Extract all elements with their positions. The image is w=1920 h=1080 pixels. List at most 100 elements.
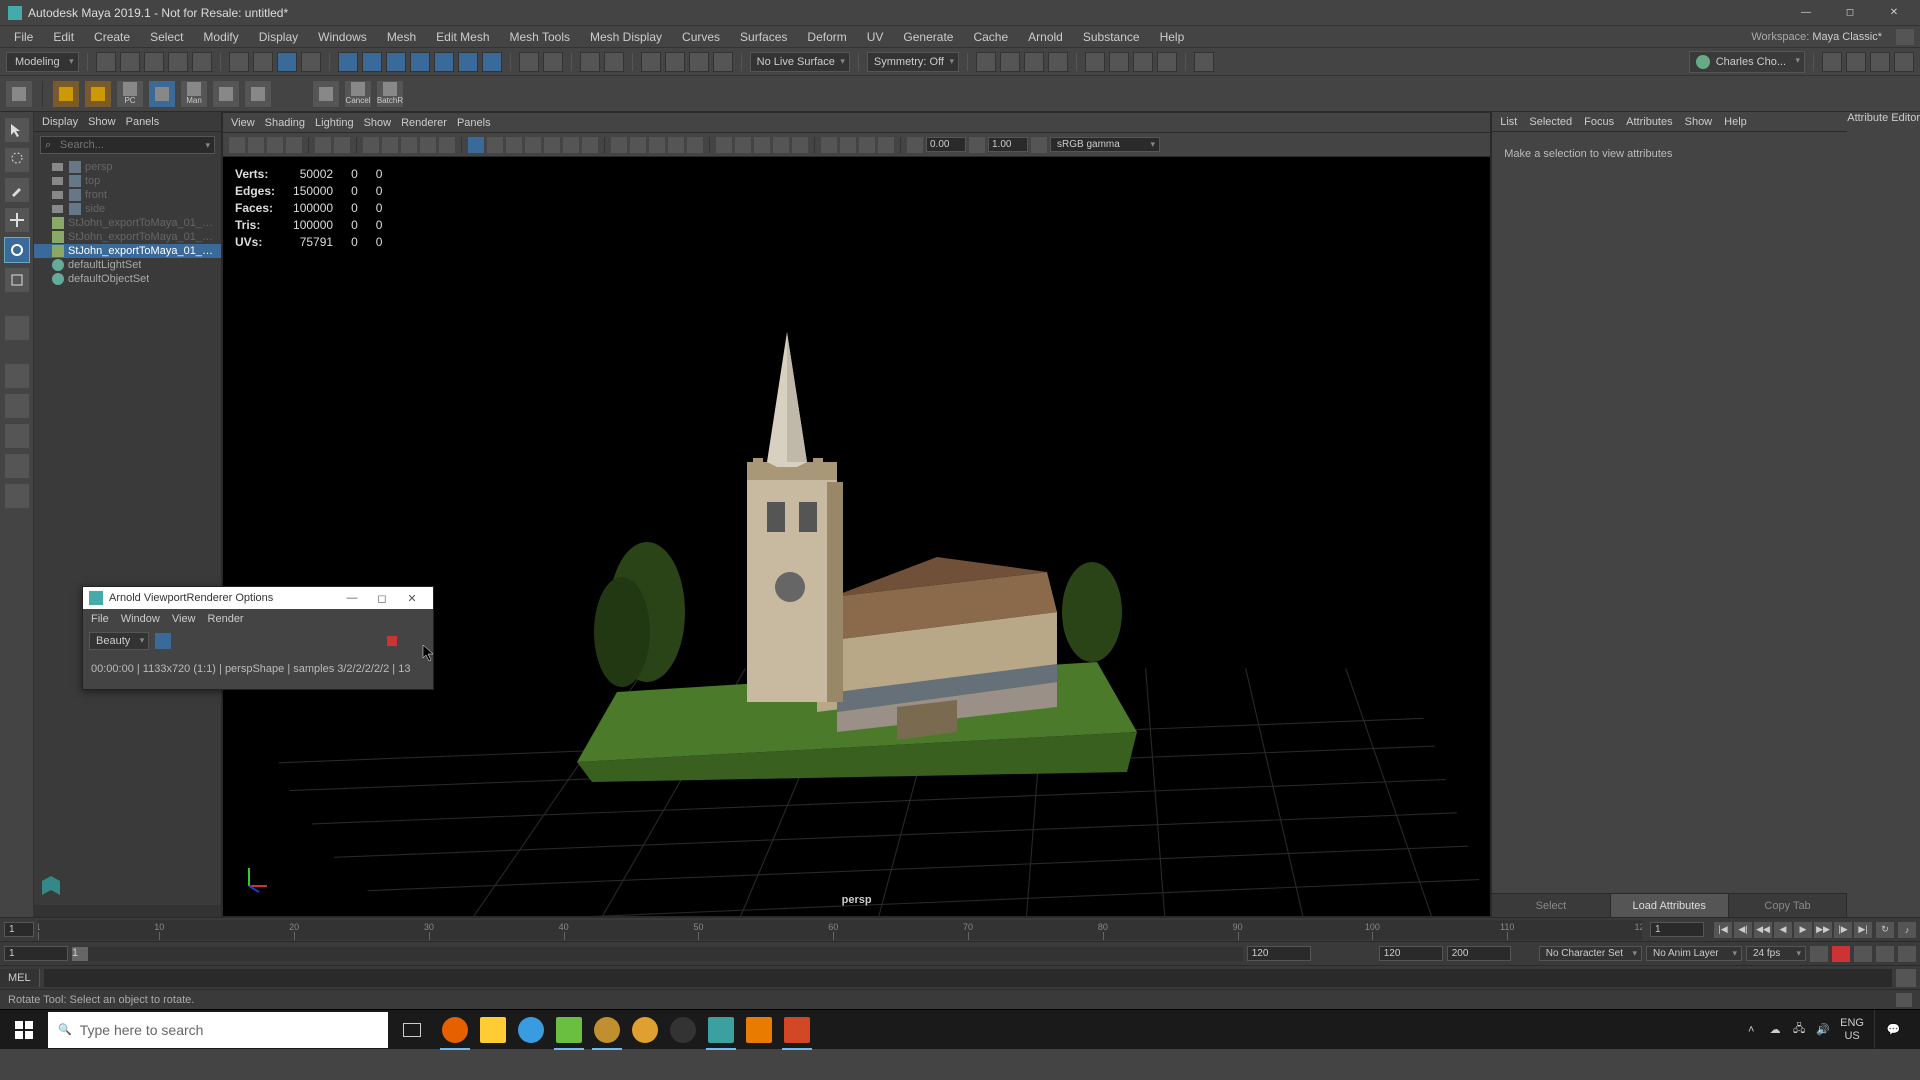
arnold-minimize-button[interactable]: — (337, 592, 367, 604)
attr-menu-list[interactable]: List (1500, 116, 1517, 128)
snap-point-button[interactable] (386, 52, 406, 72)
attr-menu-attributes[interactable]: Attributes (1626, 116, 1672, 128)
shelf-poly-button[interactable] (53, 81, 79, 107)
new-scene-button[interactable] (96, 52, 116, 72)
vp-opt8-button[interactable] (878, 137, 894, 153)
character-set-dropdown[interactable]: No Character Set (1539, 946, 1642, 961)
menu-generate[interactable]: Generate (895, 28, 961, 46)
snap-center-button[interactable] (410, 52, 430, 72)
maximize-button[interactable]: ◻ (1832, 3, 1868, 23)
vp-ao-button[interactable] (630, 137, 646, 153)
vp-gamma-icon[interactable] (969, 137, 985, 153)
script-editor-button[interactable] (1896, 969, 1916, 987)
arnold-close-button[interactable]: ✕ (397, 592, 427, 605)
outliner-node-mesh1[interactable]: StJohn_exportToMaya_01_default (34, 216, 221, 230)
snap-toggle-button[interactable] (482, 52, 502, 72)
arnold-menu-render[interactable]: Render (208, 613, 244, 625)
pref-button[interactable] (1898, 946, 1916, 962)
shelf-tab-1[interactable] (6, 81, 32, 107)
taskbar-app-firefox[interactable] (436, 1010, 474, 1050)
viewport-menu-show[interactable]: Show (364, 117, 392, 129)
vp-res-gate-button[interactable] (563, 137, 579, 153)
snap-curve-button[interactable] (362, 52, 382, 72)
outliner-search[interactable]: ⌕ (40, 136, 215, 154)
vp-isolate-button[interactable] (468, 137, 484, 153)
taskbar-app-7[interactable] (664, 1010, 702, 1050)
vp-grid-button[interactable] (525, 137, 541, 153)
taskbar-app-houdini[interactable] (626, 1010, 664, 1050)
viewport-safe-button[interactable] (1024, 52, 1044, 72)
vp-dof-button[interactable] (687, 137, 703, 153)
taskbar-app-explorer[interactable] (474, 1010, 512, 1050)
render-button[interactable] (641, 52, 661, 72)
layout-outliner-button[interactable] (5, 484, 29, 508)
taskbar-app-vlc[interactable] (740, 1010, 778, 1050)
taskbar-app-ppt[interactable] (778, 1010, 816, 1050)
range-out2-field[interactable]: 200 (1447, 946, 1511, 961)
menu-modify[interactable]: Modify (195, 28, 246, 46)
vp-gpu-button[interactable] (716, 137, 732, 153)
open-scene-button[interactable] (120, 52, 140, 72)
viewport-grid-button[interactable] (976, 52, 996, 72)
viewport-menu-view[interactable]: View (231, 117, 255, 129)
vp-exposure-input[interactable]: 0.00 (926, 137, 966, 152)
symmetry-dropdown[interactable]: Symmetry: Off (867, 52, 959, 72)
menu-file[interactable]: File (6, 28, 41, 46)
time-start-field[interactable]: 1 (4, 922, 34, 937)
vp-gate-mask-button[interactable] (582, 137, 598, 153)
shelf-cancel-button[interactable]: Cancel (345, 81, 371, 107)
menu-substance[interactable]: Substance (1075, 28, 1148, 46)
workspace-options-button[interactable] (1896, 29, 1914, 45)
range-opt3-button[interactable] (1876, 946, 1894, 962)
lasso-button[interactable] (253, 52, 273, 72)
outliner-scrollbar[interactable] (34, 905, 221, 917)
close-button[interactable]: ✕ (1876, 3, 1912, 23)
vp-lights-button[interactable] (420, 137, 436, 153)
toggle-panel-button[interactable] (1194, 52, 1214, 72)
range-handle[interactable]: 1 (72, 947, 88, 961)
viewport-menu-panels[interactable]: Panels (457, 117, 491, 129)
paint-select-button[interactable] (277, 52, 297, 72)
menu-display[interactable]: Display (251, 28, 306, 46)
tray-network-icon[interactable]: 🖧 (1792, 1023, 1806, 1037)
vp-motion-blur-button[interactable] (649, 137, 665, 153)
last-tool[interactable] (5, 316, 29, 340)
command-input[interactable] (44, 969, 1892, 987)
undo-button[interactable] (168, 52, 188, 72)
arnold-menu-view[interactable]: View (172, 613, 196, 625)
vp-wireframe-button[interactable] (363, 137, 379, 153)
arnold-render-button[interactable] (713, 52, 733, 72)
vp-smooth-button[interactable] (382, 137, 398, 153)
taskbar-app-camtasia[interactable] (550, 1010, 588, 1050)
snap-live-button[interactable] (458, 52, 478, 72)
sidebar-toggle-1[interactable] (1822, 52, 1842, 72)
arnold-aov-dropdown[interactable]: Beauty (89, 632, 149, 650)
arnold-menu-window[interactable]: Window (121, 613, 160, 625)
layout-two-button[interactable] (5, 424, 29, 448)
vp-opt1-button[interactable] (735, 137, 751, 153)
sidebar-toggle-2[interactable] (1846, 52, 1866, 72)
taskbar-app-edge[interactable] (512, 1010, 550, 1050)
move-tool[interactable] (5, 208, 29, 232)
vp-image-plane-button[interactable] (286, 137, 302, 153)
step-back-key-button[interactable]: ◀| (1734, 922, 1752, 938)
tray-cloud-icon[interactable]: ☁ (1768, 1023, 1782, 1037)
menu-surfaces[interactable]: Surfaces (732, 28, 795, 46)
shelf-play-button[interactable] (213, 81, 239, 107)
vp-opt3-button[interactable] (773, 137, 789, 153)
menu-meshtools[interactable]: Mesh Tools (502, 28, 578, 46)
time-current-field[interactable]: 1 (1650, 922, 1704, 937)
script-language-label[interactable]: MEL (0, 969, 40, 987)
vp-textured-button[interactable] (401, 137, 417, 153)
outliner-node-side[interactable]: side (34, 202, 221, 216)
vp-colorspace-dropdown[interactable]: sRGB gamma (1050, 137, 1160, 152)
arnold-menu-file[interactable]: File (91, 613, 109, 625)
tray-notifications-button[interactable]: 💬 (1874, 1010, 1912, 1050)
select-highlight-button[interactable] (301, 52, 321, 72)
account-button[interactable]: Charles Cho... (1689, 51, 1805, 73)
menu-curves[interactable]: Curves (674, 28, 728, 46)
range-start-field[interactable]: 1 (4, 946, 68, 961)
range-opt1-button[interactable] (1810, 946, 1828, 962)
viewport-res-button[interactable] (1048, 52, 1068, 72)
taskbar-search[interactable]: 🔍 Type here to search (48, 1012, 388, 1048)
